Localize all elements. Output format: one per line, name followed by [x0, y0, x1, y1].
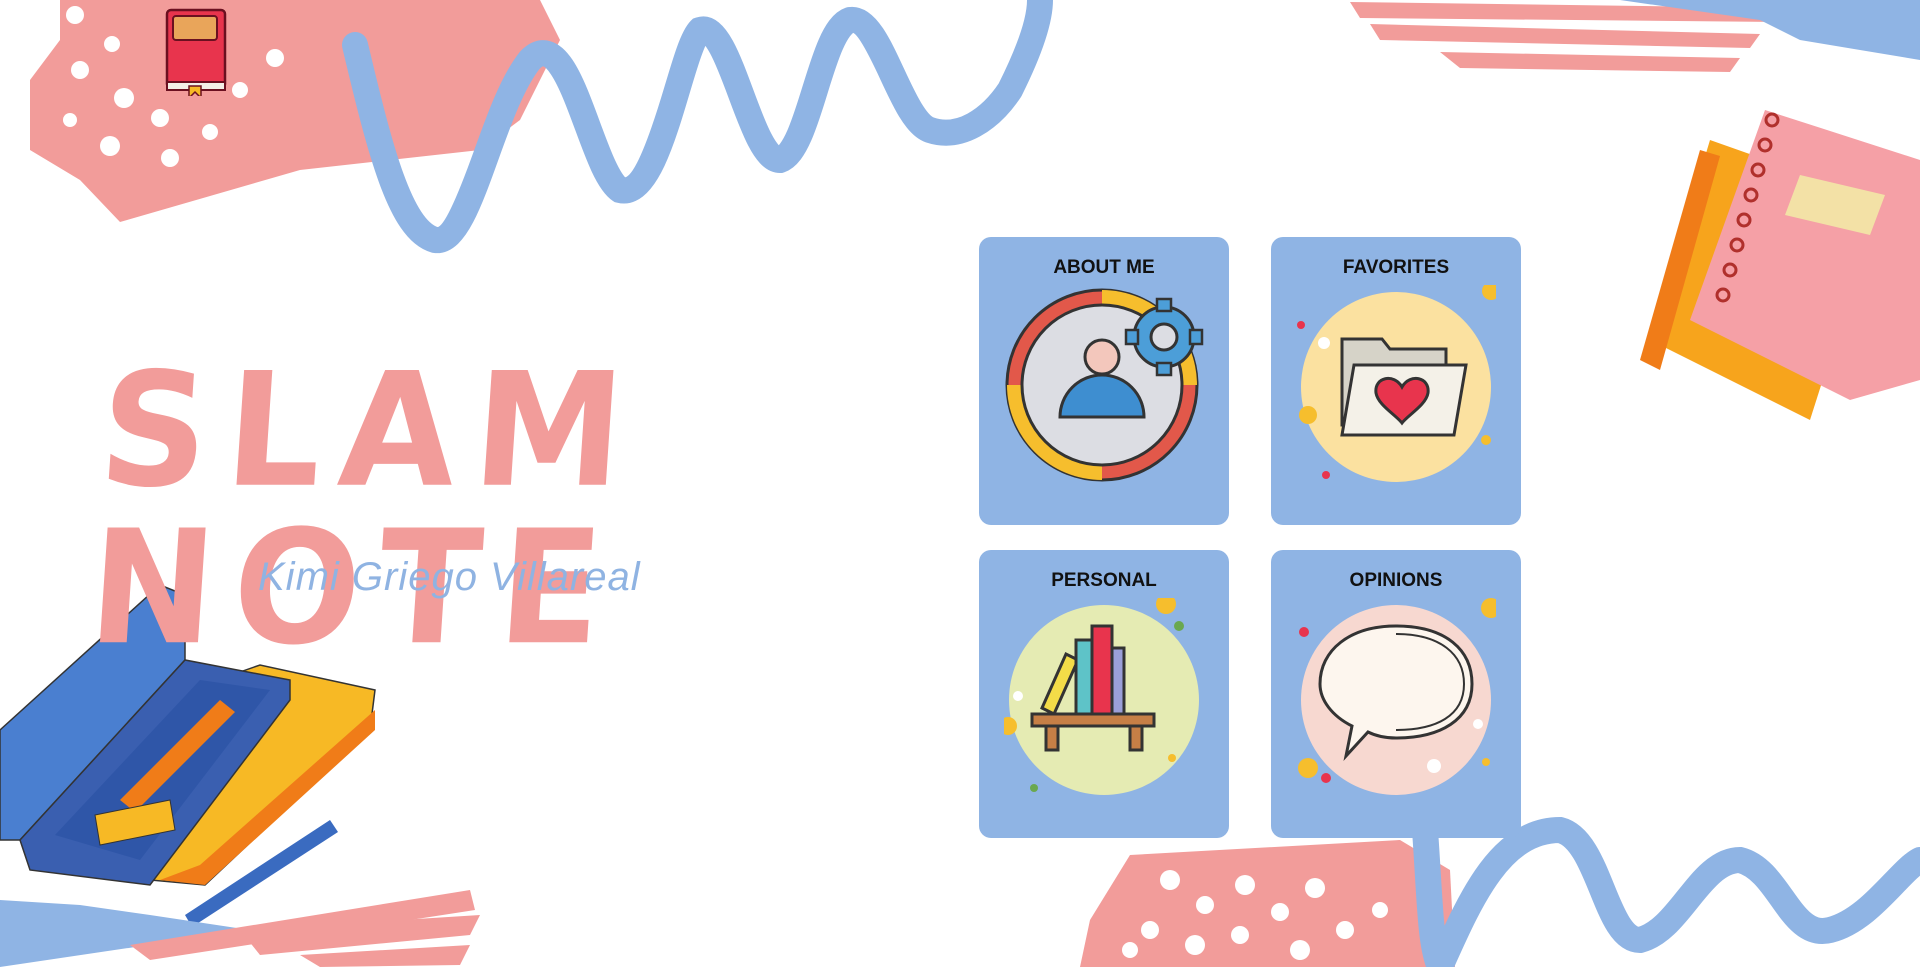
profile-settings-icon: [1005, 288, 1204, 482]
card-opinions[interactable]: OPINIONS: [1271, 550, 1521, 838]
page-title: SLAM NOTE: [83, 339, 648, 681]
page-subtitle: Kimi Griego Villareal: [258, 555, 641, 599]
speech-bubble-icon: [1298, 598, 1496, 795]
card-about-me[interactable]: ABOUT ME: [979, 237, 1229, 525]
favorite-folder-icon: [1297, 285, 1496, 482]
card-label: ABOUT ME: [1053, 257, 1155, 278]
card-label: PERSONAL: [1051, 570, 1157, 591]
card-label: OPINIONS: [1349, 570, 1443, 591]
card-personal[interactable]: PERSONAL: [979, 550, 1229, 838]
bookshelf-icon: [1004, 598, 1199, 795]
book-icon[interactable]: [163, 6, 231, 96]
card-favorites[interactable]: FAVORITES: [1271, 237, 1521, 525]
card-label: FAVORITES: [1342, 257, 1450, 278]
